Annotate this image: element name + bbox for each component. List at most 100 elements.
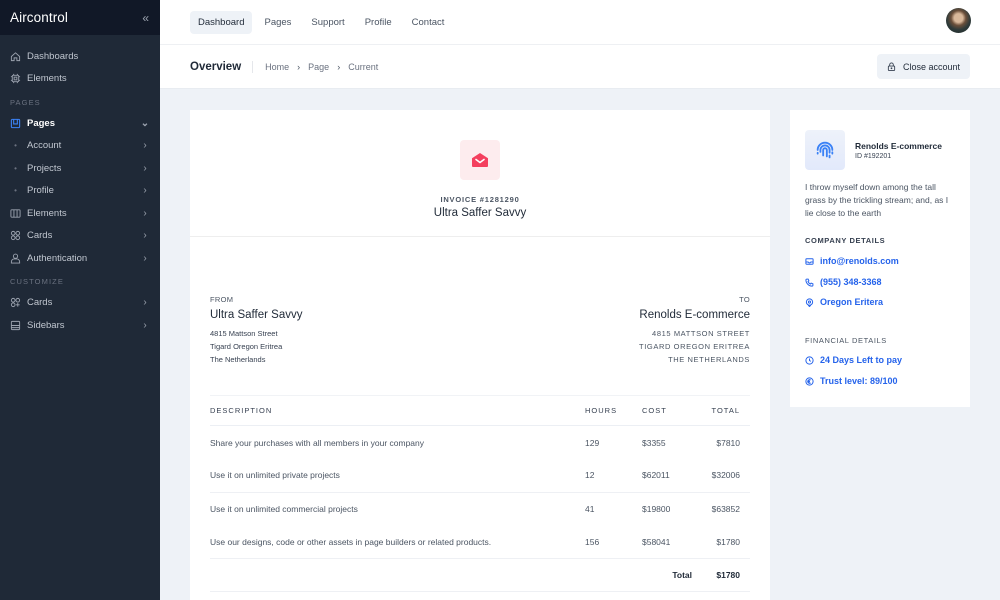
user-avatar[interactable] — [946, 8, 971, 33]
collapse-sidebar-icon[interactable]: « — [142, 11, 149, 25]
company-phone: (955) 348-3368 — [820, 277, 882, 287]
clock-icon — [805, 355, 814, 365]
table-row: Use our designs, code or other assets in… — [210, 526, 750, 560]
nav-tab-dashboard[interactable]: Dashboard — [190, 10, 253, 34]
sidebar-item-cards-customize[interactable]: Cards › — [0, 292, 160, 315]
close-account-button[interactable]: Close account — [876, 54, 970, 79]
invoice-card: INVOICE #1281290 Ultra Saffer Savvy FROM… — [190, 110, 770, 600]
to-name: Renolds E-commerce — [639, 309, 750, 321]
row-hours: 12 — [585, 470, 595, 481]
chevron-right-icon: › — [143, 319, 147, 331]
page-title: Overview — [190, 60, 254, 73]
sidebar-item-cards[interactable]: Cards › — [0, 225, 160, 248]
nav-tab-profile[interactable]: Profile — [357, 11, 400, 34]
table-row: Use it on unlimited private projects 12 … — [210, 459, 750, 493]
company-card: Renolds E-commerce ID #192201 I throw my… — [790, 110, 970, 407]
company-details-title: COMPANY DETAILS — [805, 236, 886, 245]
user-icon — [10, 253, 21, 264]
company-location: Oregon Eritera — [820, 297, 884, 307]
chevron-right-icon: › — [143, 162, 147, 174]
to-address-line: 4815 MATTSON STREET — [652, 329, 750, 338]
sidebar-item-label: Authentication — [27, 252, 88, 264]
columns-icon — [10, 208, 21, 219]
sidebar-item-account[interactable]: • Account › — [0, 135, 160, 158]
company-phone-link[interactable]: (955) 348-3368 — [805, 277, 882, 287]
section-customize: CUSTOMIZE — [10, 277, 64, 286]
chevron-right-icon: › — [143, 140, 147, 152]
to-address-line: TIGARD OREGON ERITREA — [639, 342, 750, 351]
nav-tab-contact[interactable]: Contact — [404, 11, 453, 34]
sidebar-item-label: Elements — [27, 207, 67, 219]
breadcrumb-page[interactable]: Page — [308, 62, 329, 72]
sidebar-item-projects[interactable]: • Projects › — [0, 157, 160, 180]
company-location-link[interactable]: Oregon Eritera — [805, 297, 883, 307]
table-row: Share your purchases with all members in… — [210, 426, 750, 459]
row-cost: $19800 — [642, 504, 671, 515]
company-email: info@renolds.com — [820, 256, 899, 266]
sidebar-item-elements-2[interactable]: Elements › — [0, 202, 160, 225]
sidebar-item-authentication[interactable]: Authentication › — [0, 247, 160, 270]
grid-icon — [10, 230, 21, 241]
nav-tab-support[interactable]: Support — [303, 11, 352, 34]
sidebar-item-label: Profile — [27, 185, 54, 197]
sidebar-item-dashboards[interactable]: Dashboards — [0, 45, 160, 68]
breadcrumb-home[interactable]: Home — [265, 62, 289, 72]
sidebar-item-label: Cards — [27, 297, 53, 309]
nav-tab-pages[interactable]: Pages — [256, 11, 299, 34]
row-hours: 129 — [585, 437, 600, 448]
from-address-line: The Netherlands — [210, 355, 266, 364]
from-address-line: Tigard Oregon Eritrea — [210, 342, 283, 351]
row-cost: $58041 — [642, 537, 671, 548]
table-header-row: DESCRIPTION HOURS COST TOTAL — [210, 395, 750, 426]
sidebar-item-label: Sidebars — [27, 319, 65, 331]
days-left: 24 Days Left to pay — [820, 355, 903, 365]
sidebar-item-elements[interactable]: Elements — [0, 68, 160, 91]
chevron-right-icon: › — [143, 185, 147, 197]
chevron-right-icon: › — [337, 61, 341, 72]
mail-icon — [805, 257, 814, 265]
home-icon — [10, 51, 21, 62]
company-email-link[interactable]: info@renolds.com — [805, 256, 899, 266]
sidebar-item-label: Cards — [27, 230, 53, 242]
header-hours: HOURS — [585, 406, 618, 415]
sidebar: Aircontrol « Dashboards Elements PAGES P… — [0, 0, 160, 600]
section-pages: PAGES — [10, 97, 41, 107]
invoice-parties: FROM Ultra Saffer Savvy 4815 Mattson Str… — [210, 295, 750, 365]
invoice-header: INVOICE #1281290 Ultra Saffer Savvy — [190, 110, 770, 237]
row-total: $7810 — [716, 437, 740, 448]
chevron-right-icon: › — [143, 207, 147, 219]
table-total-row: Total $1780 — [210, 559, 750, 593]
sidebar-item-label: Elements — [27, 73, 67, 85]
company-id: ID #192201 — [855, 153, 892, 160]
trust-level: Trust level: 89/100 — [820, 376, 898, 386]
sidebar-item-label: Pages — [27, 117, 55, 129]
sidebar-item-pages[interactable]: Pages ⌄ — [0, 112, 160, 135]
lock-icon — [887, 62, 896, 71]
app-logo[interactable]: Aircontrol — [10, 10, 68, 25]
company-name: Renolds E-commerce — [855, 141, 942, 151]
sidebar-item-sidebars[interactable]: Sidebars › — [0, 314, 160, 337]
total-label: Total — [672, 570, 692, 581]
sidebar-item-profile[interactable]: • Profile › — [0, 180, 160, 203]
chevron-right-icon: › — [143, 230, 147, 242]
sidebar-header: Aircontrol « — [0, 0, 160, 35]
financial-details-title: FINANCIAL DETAILS — [805, 336, 887, 345]
trust-level-row: Trust level: 89/100 — [805, 376, 898, 386]
sidebar-item-label: Projects — [27, 162, 62, 174]
bullet-icon: • — [14, 141, 17, 151]
company-description: I throw myself down among the tall grass… — [805, 182, 949, 218]
location-icon — [805, 297, 814, 307]
header-description: DESCRIPTION — [210, 406, 273, 415]
sidebar-item-label: Dashboards — [27, 50, 79, 62]
pages-icon — [10, 118, 21, 129]
page-header: Overview Home › Page › Current Close acc… — [160, 45, 1000, 89]
to-block: TO Renolds E-commerce 4815 MATTSON STREE… — [639, 295, 750, 364]
table-row: Use it on unlimited commercial projects … — [210, 493, 750, 526]
from-label: FROM — [210, 295, 234, 304]
to-label: TO — [739, 295, 750, 304]
sidebar-icon — [10, 320, 21, 331]
days-left-row: 24 Days Left to pay — [805, 355, 902, 365]
header-cost: COST — [642, 406, 667, 415]
fingerprint-icon — [805, 130, 845, 170]
breadcrumb: Home › Page › Current — [265, 62, 378, 72]
